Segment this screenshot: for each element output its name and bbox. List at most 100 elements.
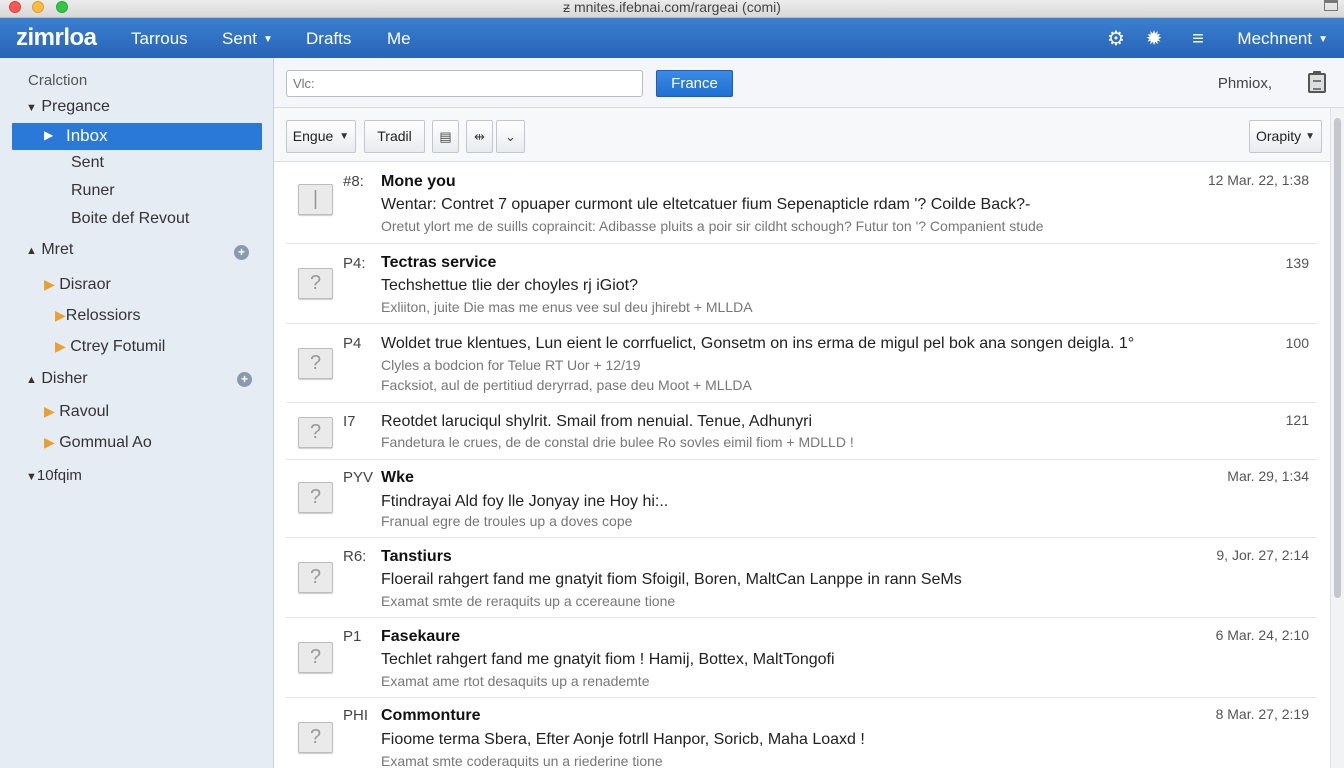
triangle-right-icon: ▶ <box>44 128 54 142</box>
triangle-down-icon: ▼ <box>26 102 37 114</box>
user-menu[interactable]: Mechnent ▼ <box>1237 29 1328 49</box>
message-date: 139 <box>1285 255 1309 271</box>
message-date: 100 <box>1285 335 1309 351</box>
window-titlebar: ƶ mnites.ifebnai.com/rargeai (comi) <box>0 0 1344 18</box>
message-preview: Clyles a bodcion for Telue RT Uor + 12/1… <box>381 357 641 373</box>
message-icon: ? <box>298 638 334 674</box>
settings-icon[interactable]: ✹ <box>1143 28 1165 50</box>
triangle-down-icon: ▼ <box>26 471 37 483</box>
message-subject: Techlet rahgert fand me gnatyit fiom ! H… <box>381 651 835 668</box>
sidebar-section-label: Mret <box>41 241 74 258</box>
sidebar: Cralction ▼ Pregance ▶ Inbox Sent Runer … <box>0 58 274 768</box>
folder-triangle-icon: ▶ <box>44 403 55 419</box>
unknown-file-icon: ? <box>309 486 322 508</box>
triangle-up-icon: ▲ <box>26 245 37 257</box>
search-button[interactable]: France <box>656 70 733 97</box>
app-logo[interactable]: zimrloa <box>16 24 97 52</box>
nav-item-me[interactable]: Me <box>387 29 411 49</box>
message-row[interactable]: ? R6: Tanstiurs Floerail rahgert fand me… <box>286 538 1317 618</box>
sidebar-item-ctrey-fotumil[interactable]: ▶ Ctrey Fotumil <box>55 338 165 356</box>
message-list: | #8: Mone you Wentar: Contret 7 opuaper… <box>274 163 1330 768</box>
message-icon: ? <box>298 718 334 754</box>
message-row[interactable]: | #8: Mone you Wentar: Contret 7 opuaper… <box>286 163 1317 244</box>
sidebar-item-ravoul[interactable]: ▶ Ravoul <box>44 403 109 421</box>
sidebar-section-10fqim[interactable]: ▼10fqim <box>26 467 82 484</box>
sidebar-section-pregance[interactable]: ▼ Pregance <box>26 98 110 116</box>
message-sender: Tanstiurs <box>381 548 452 565</box>
message-sender: Tectras service <box>381 254 497 271</box>
move-button[interactable]: ⇹ <box>466 120 493 153</box>
message-row[interactable]: ? P4: Tectras service Techshettue tlie d… <box>286 244 1317 324</box>
sidebar-item-relossiors[interactable]: ▶Relossiors <box>55 307 140 325</box>
message-row[interactable]: ? I7 Reotdet laruciqul shylrit. Smail fr… <box>286 403 1317 460</box>
clipboard-icon[interactable] <box>1308 71 1326 93</box>
engue-label: Engue <box>292 128 334 144</box>
message-icon: ? <box>298 264 334 300</box>
sidebar-item-gommual-ao[interactable]: ▶ Gommual Ao <box>44 434 152 452</box>
sidebar-item-disraor[interactable]: ▶ Disraor <box>44 276 111 294</box>
menu-icon[interactable]: ≡ <box>1187 28 1209 50</box>
sidebar-item-boite[interactable]: Boite def Revout <box>71 210 189 228</box>
message-row[interactable]: ? PYV Wke Ftindrayai Ald foy lle Jonyay … <box>286 460 1317 538</box>
message-tag: #8: <box>343 173 364 190</box>
user-menu-label: Mechnent <box>1237 29 1313 48</box>
message-list-scrollbar[interactable] <box>1330 108 1344 768</box>
nav-item-label: Tarrous <box>131 29 188 48</box>
move-icon: ⇹ <box>474 129 485 144</box>
nav-item-tarrous[interactable]: Tarrous <box>131 29 188 49</box>
sidebar-item-sent[interactable]: Sent <box>71 154 104 172</box>
sidebar-item-label: Ctrey Fotumil <box>70 338 166 355</box>
message-preview: Examat ame rtot desaquits up a renademte <box>381 673 650 689</box>
message-icon: ? <box>298 478 334 514</box>
message-subject: Fioome terma Sbera, Efter Aonje fotrll H… <box>381 731 865 748</box>
folder-triangle-icon: ▶ <box>55 307 66 323</box>
message-preview: Examat smte de reraquits up a ccereaune … <box>381 593 676 609</box>
unknown-file-icon: ? <box>309 352 322 374</box>
message-toolbar: Engue ▼ Tradil ▤ ⇹ ⌄ Orapity ▼ <box>274 108 1344 162</box>
message-date: 9, Jor. 27, 2:14 <box>1216 547 1309 563</box>
engue-dropdown[interactable]: Engue ▼ <box>286 120 356 153</box>
sidebar-item-label: Gommual Ao <box>59 434 152 451</box>
message-icon: ? <box>298 558 334 594</box>
unknown-file-icon: ? <box>309 272 322 294</box>
message-preview: Facksiot, aul de pertitiud deryrrad, pas… <box>381 377 752 393</box>
sidebar-section-disher[interactable]: ▲ Disher <box>26 370 88 388</box>
gear-icon[interactable]: ⚙ <box>1105 28 1127 50</box>
unknown-file-icon: ? <box>309 646 322 668</box>
search-input[interactable] <box>286 70 643 97</box>
sidebar-item-runer[interactable]: Runer <box>71 182 115 200</box>
sort-label: Orapity <box>1255 128 1302 144</box>
message-icon: ? <box>298 344 334 380</box>
message-row[interactable]: ? P1 Fasekaure Techlet rahgert fand me g… <box>286 618 1317 698</box>
more-actions-button[interactable]: ⌄ <box>496 120 525 153</box>
sidebar-item-label[interactable]: Inbox <box>66 126 108 146</box>
tradil-button[interactable]: Tradil <box>364 120 425 153</box>
message-row[interactable]: ? P4 Woldet true klentues, Lun eient le … <box>286 324 1317 403</box>
sidebar-section-mret[interactable]: ▲ Mret <box>26 241 73 259</box>
nav-item-sent[interactable]: Sent ▼ <box>222 29 273 49</box>
message-subject: Ftindrayai Ald foy lle Jonyay ine Hoy hi… <box>381 493 669 510</box>
scrollbar-thumb[interactable] <box>1334 118 1341 598</box>
chevron-down-icon: ▼ <box>339 131 350 142</box>
sort-dropdown[interactable]: Orapity ▼ <box>1249 120 1322 153</box>
window-sidebar-icon[interactable] <box>1324 0 1338 11</box>
nav-item-drafts[interactable]: Drafts <box>306 29 351 49</box>
search-scope-label: Phmiox, <box>1217 75 1272 92</box>
app-header: zimrloa Tarrous Sent ▼ Drafts Me ⚙ ✹ ≡ Me… <box>0 18 1344 58</box>
message-tag: P4: <box>343 255 366 272</box>
add-folder-icon[interactable]: + <box>237 372 252 387</box>
message-row[interactable]: ? PHI Commonture Fioome terma Sbera, Eft… <box>286 698 1317 768</box>
unknown-file-icon: ? <box>309 726 322 748</box>
add-folder-icon[interactable]: + <box>234 245 249 260</box>
sidebar-section-label: 10fqim <box>36 467 82 484</box>
folder-triangle-icon: ▶ <box>44 434 55 450</box>
window-title: ƶ mnites.ifebnai.com/rargeai (comi) <box>563 0 781 15</box>
message-date: 12 Mar. 22, 1:38 <box>1207 172 1309 188</box>
archive-icon: ▤ <box>439 129 452 144</box>
archive-button[interactable]: ▤ <box>432 120 459 153</box>
sidebar-section-label: Pregance <box>41 98 110 115</box>
message-icon: | <box>298 180 334 216</box>
triangle-up-icon: ▲ <box>26 374 37 386</box>
message-tag: I7 <box>343 413 356 430</box>
message-icon: ? <box>298 413 334 449</box>
